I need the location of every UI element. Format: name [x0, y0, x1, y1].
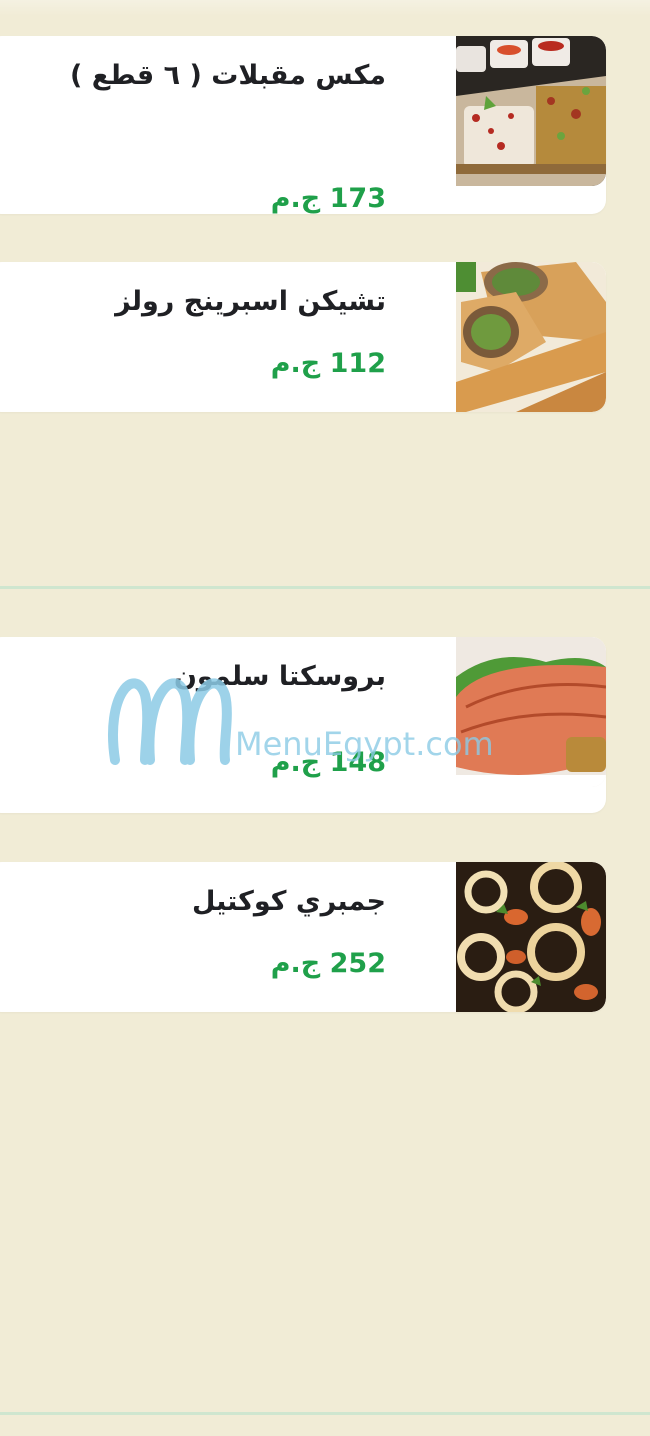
section-divider [0, 586, 650, 589]
menu-item-card[interactable]: تشيكن اسبرينج رولز 112 ج.م [0, 262, 606, 412]
menu-item-price: 112 ج.م [270, 348, 386, 379]
menu-item-card[interactable]: مكس مقبلات ( ٦ قطع ) 173 ج.م [0, 36, 606, 214]
shrimp-cocktail-image [456, 862, 606, 1012]
menu-item-card[interactable]: جمبري كوكتيل 252 ج.م [0, 862, 606, 1012]
section-divider [0, 1412, 650, 1415]
menu-item-price: 173 ج.م [270, 183, 386, 214]
menu-item-price: 252 ج.م [270, 948, 386, 979]
menu-item-name: تشيكن اسبرينج رولز [115, 286, 386, 317]
spring-rolls-image [456, 262, 606, 412]
menu-item-price: 148 ج.م [270, 747, 386, 778]
menu-item-card[interactable]: بروسكتا سلمون 148 ج.م [0, 637, 606, 813]
menu-item-name: بروسكتا سلمون [173, 661, 386, 692]
menu-item-name: مكس مقبلات ( ٦ قطع ) [70, 60, 386, 91]
top-fade [0, 0, 650, 16]
menu-item-name: جمبري كوكتيل [192, 886, 386, 917]
appetizer-mix-image [456, 36, 606, 186]
salmon-image [456, 637, 606, 787]
